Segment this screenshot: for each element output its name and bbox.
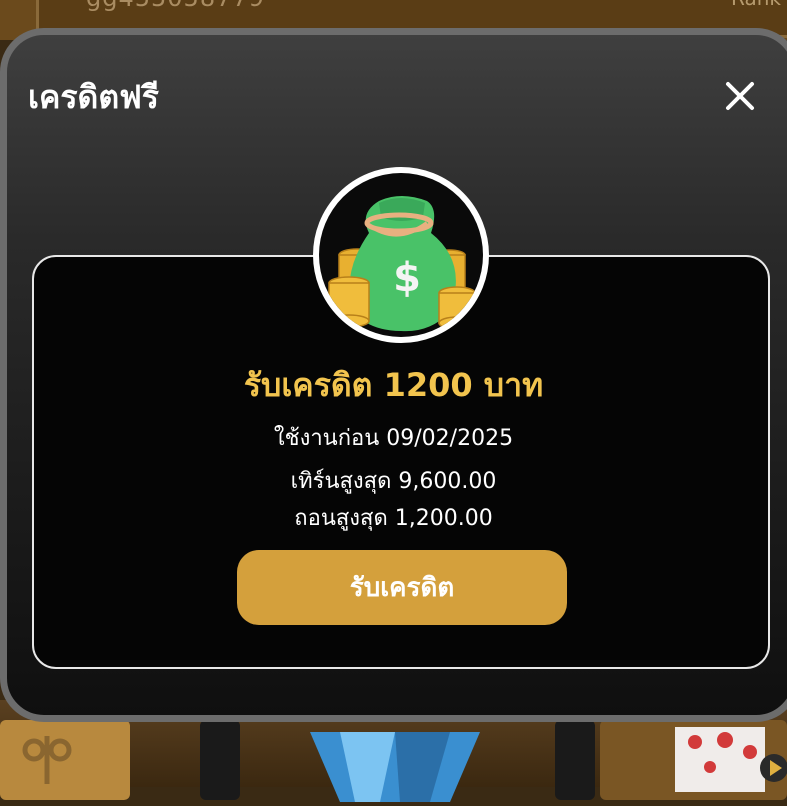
background-rank-label: Rank [731, 0, 781, 10]
background-username: gg455058779 [86, 0, 265, 12]
modal-title: เครดิตฟรี [28, 78, 159, 116]
close-button[interactable] [716, 72, 764, 120]
max-withdraw-text: ถอนสูงสุด 1,200.00 [294, 506, 493, 531]
claim-credit-button[interactable]: รับเครดิต [237, 550, 567, 625]
background-tile-divider [555, 720, 595, 800]
gift-box-icon [670, 712, 787, 797]
diamond-icon [300, 712, 490, 802]
money-bag-icon: $ [319, 173, 483, 337]
background-tile-divider [200, 720, 240, 800]
percent-icon [16, 728, 76, 784]
svg-text:$: $ [393, 255, 421, 301]
expiry-date-text: ใช้งานก่อน 09/02/2025 [273, 426, 514, 451]
close-icon[interactable] [716, 72, 764, 120]
reward-icon-frame: $ [313, 167, 489, 343]
credit-amount-headline: รับเครดิต 1200 บาท [243, 366, 544, 404]
max-turnover-text: เทิร์นสูงสุด 9,600.00 [290, 469, 497, 494]
